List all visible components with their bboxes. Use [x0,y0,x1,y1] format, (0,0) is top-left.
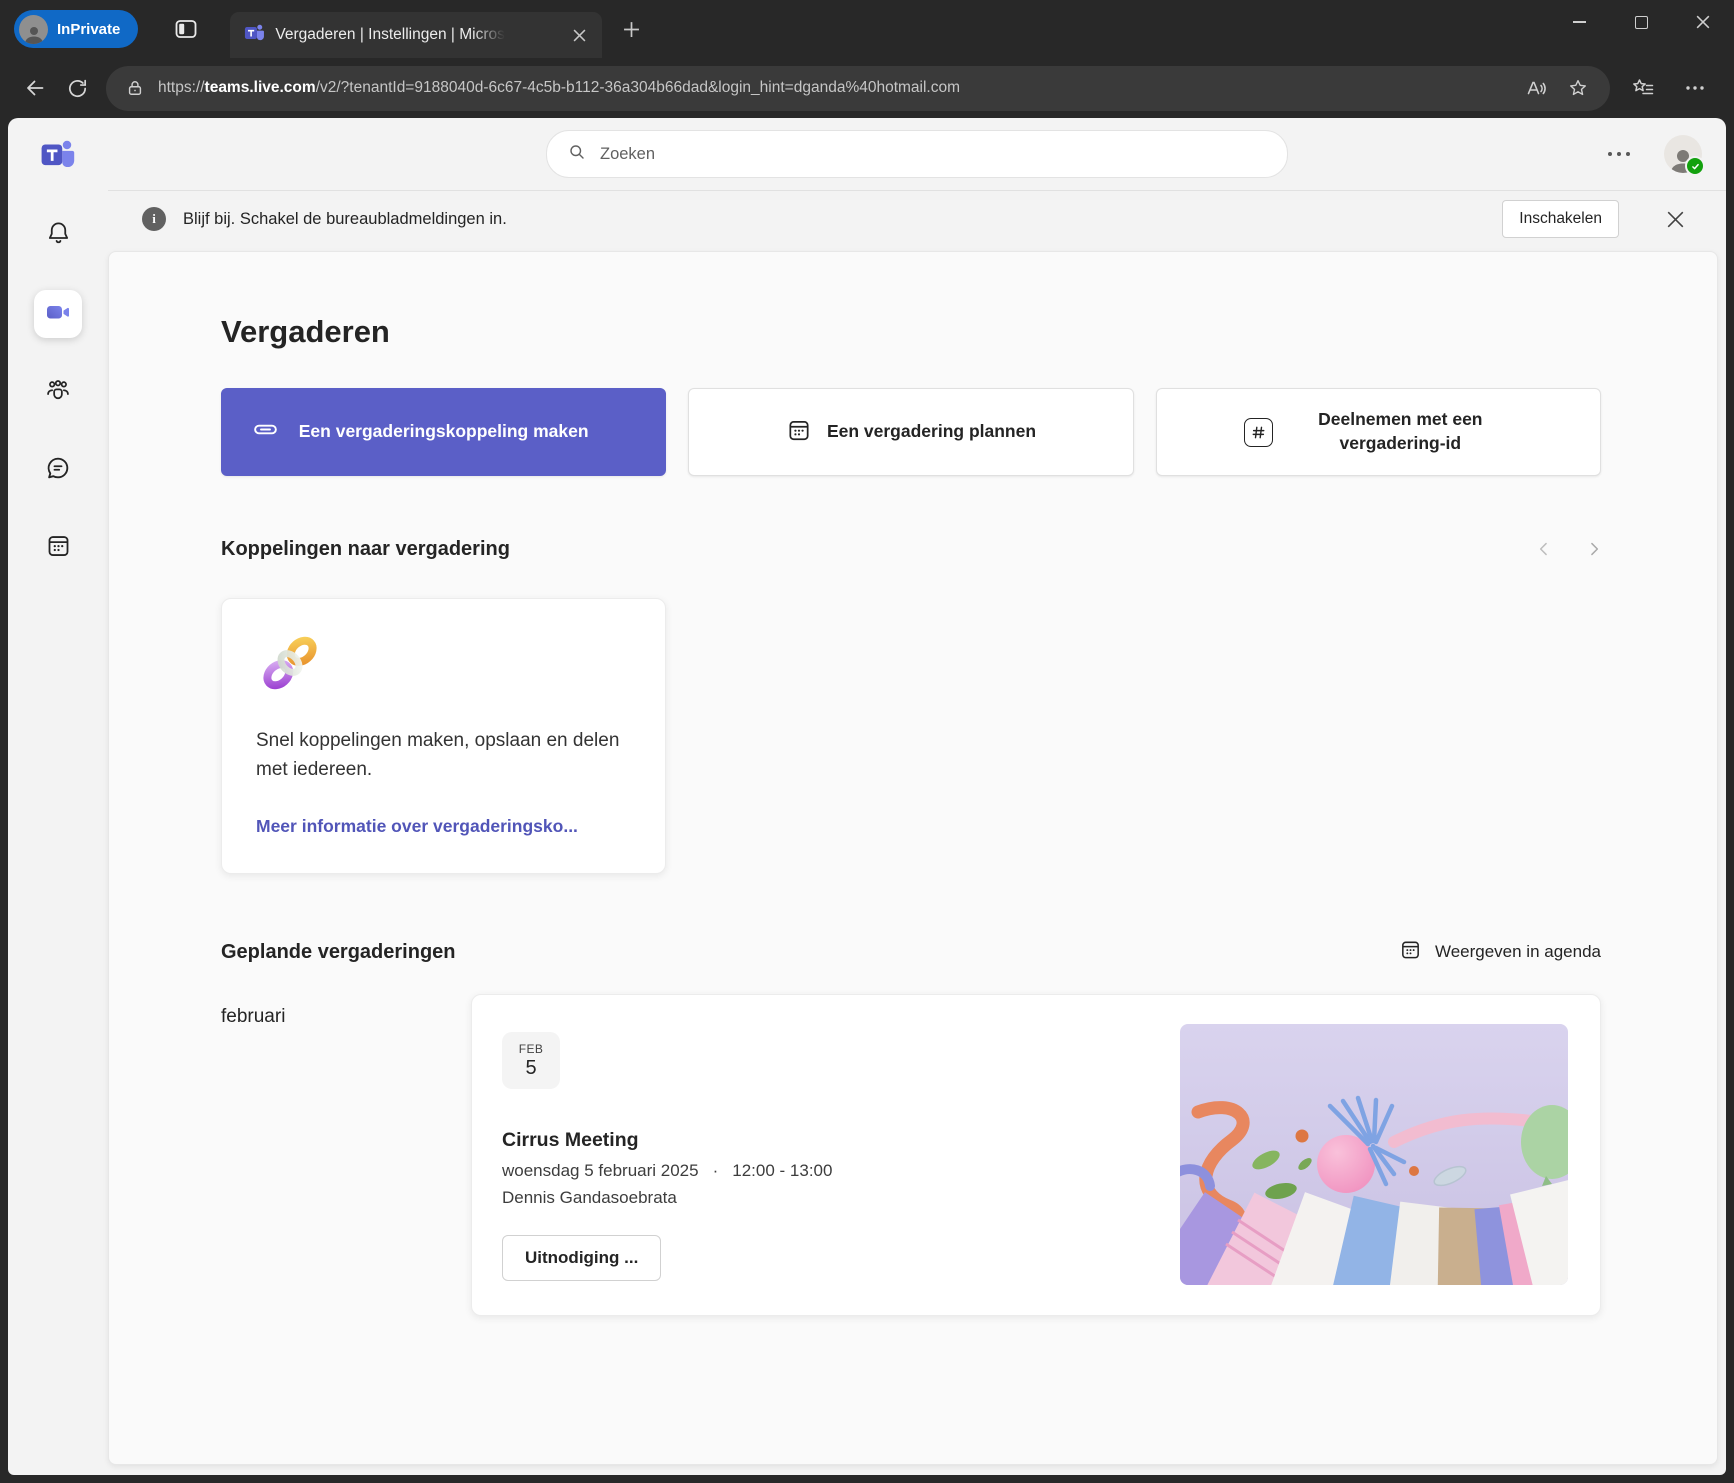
browser-toolbar: https://teams.live.com/v2/?tenantId=9188… [0,58,1734,118]
calendar-icon [1399,938,1422,966]
create-meeting-link-button[interactable]: Een vergaderingskoppeling maken [221,388,667,476]
profile-avatar-icon [19,14,48,44]
meeting-illustration [1180,1024,1568,1285]
new-tab-button[interactable] [614,12,648,46]
join-with-id-label: Deelnemen met een vergadering-id [1318,409,1483,453]
notification-banner: i Blijf bij. Schakel de bureaubladmeldin… [108,191,1726,247]
teams-favicon-icon [244,22,265,48]
video-icon [44,298,72,331]
banner-close-icon[interactable] [1660,204,1690,234]
links-section-title: Koppelingen naar vergadering [221,537,510,560]
join-with-id-button[interactable]: Deelnemen met een vergadering-id [1155,388,1601,476]
info-icon: i [142,207,166,231]
read-aloud-icon[interactable] [1518,67,1554,109]
bell-icon [45,220,72,252]
carousel-next-icon[interactable] [1579,534,1609,564]
copy-invite-button[interactable]: Uitnodiging ... [502,1235,662,1281]
tab-title: Vergaderen | Instellingen | Micros [275,26,505,43]
lock-icon[interactable] [118,71,152,105]
people-icon [44,376,72,409]
plan-meeting-button[interactable]: Een vergadering plannen [688,388,1134,476]
enable-notifications-button[interactable]: Inschakelen [1502,200,1619,238]
inprivate-badge[interactable]: InPrivate [14,10,139,48]
browser-tab[interactable]: Vergaderen | Instellingen | Micros [230,12,603,58]
hash-icon [1243,417,1273,447]
app-header: Zoeken [108,118,1726,191]
meetings-section-header: Geplande vergaderingen Weergeven in agen… [221,938,1601,966]
view-in-agenda-label: Weergeven in agenda [1434,942,1601,961]
url-text: https://teams.live.com/v2/?tenantId=9188… [158,79,961,96]
links-section-header: Koppelingen naar vergadering [221,534,1601,564]
month-label: februari [221,1006,286,1027]
tab-strip: InPrivate Vergaderen | Instellingen | Mi… [0,0,1734,58]
back-icon[interactable] [14,67,56,109]
address-bar[interactable]: https://teams.live.com/v2/?tenantId=9188… [106,65,1610,111]
app-content: Zoeken i Blijf bij. Schakel de bureaubla… [108,118,1726,1475]
date-badge-month: FEB [518,1041,544,1056]
browser-menu-icon[interactable] [1674,67,1716,109]
meeting-card[interactable]: FEB 5 Cirrus Meeting woensdag 5 februari… [471,994,1601,1316]
link-icon [252,416,279,448]
carousel-prev-icon[interactable] [1529,534,1559,564]
nav-activity[interactable] [34,212,82,260]
meeting-links-card[interactable]: Snel koppelingen maken, opslaan en delen… [221,598,666,874]
teams-logo-icon [40,136,76,172]
plan-meeting-label: Een vergadering plannen [826,421,1037,442]
tab-actions-icon[interactable] [168,11,204,47]
tab-close-icon[interactable] [566,22,592,48]
nav-calendar[interactable] [34,524,82,572]
more-options-icon[interactable] [1602,146,1636,162]
inprivate-label: InPrivate [57,20,121,38]
links-card-text: Snel koppelingen maken, opslaan en delen… [256,730,620,780]
calendar-icon [786,417,812,448]
search-placeholder: Zoeken [600,144,656,163]
learn-more-link[interactable]: Meer informatie over vergaderingsko... [256,816,578,836]
meetings-section-title: Geplande vergaderingen [221,940,456,963]
chain-link-icon [256,629,324,697]
month-group: februari FEB 5 Cirrus Meeting woensdag 5… [221,994,1601,1316]
app-rail [8,118,108,1475]
meeting-date: woensdag 5 februari 2025 [502,1161,699,1180]
nav-meetings[interactable] [34,290,82,338]
create-meeting-link-label: Een vergaderingskoppeling maken [298,421,589,442]
action-buttons: Een vergaderingskoppeling maken Een verg… [221,388,1601,476]
presence-available-icon [1685,156,1705,176]
nav-communities[interactable] [34,368,82,416]
favorites-bar-icon[interactable] [1622,67,1664,109]
favorite-icon[interactable] [1560,67,1596,109]
date-badge-day: 5 [525,1056,537,1079]
page-title: Vergaderen [221,314,390,349]
window-maximize-button[interactable] [1610,0,1672,44]
chat-icon [44,454,72,487]
date-badge: FEB 5 [502,1032,560,1089]
calendar-icon [45,532,72,564]
window-close-button[interactable] [1672,0,1734,44]
refresh-icon[interactable] [56,67,98,109]
user-avatar[interactable] [1664,135,1705,176]
teams-app: Zoeken i Blijf bij. Schakel de bureaubla… [8,118,1726,1475]
browser-window: InPrivate Vergaderen | Instellingen | Mi… [0,0,1734,1483]
meeting-separator: · [712,1161,719,1180]
window-controls [1548,0,1734,44]
search-input[interactable]: Zoeken [546,130,1288,178]
meetings-panel: Vergaderen Een vergaderingskoppeling mak… [108,251,1718,1465]
window-minimize-button[interactable] [1548,0,1610,44]
meeting-time: 12:00 - 13:00 [732,1161,833,1180]
banner-message: Blijf bij. Schakel de bureaubladmeldinge… [183,209,507,228]
search-icon [567,142,587,167]
view-in-agenda-link[interactable]: Weergeven in agenda [1399,938,1601,966]
nav-chat[interactable] [34,446,82,494]
